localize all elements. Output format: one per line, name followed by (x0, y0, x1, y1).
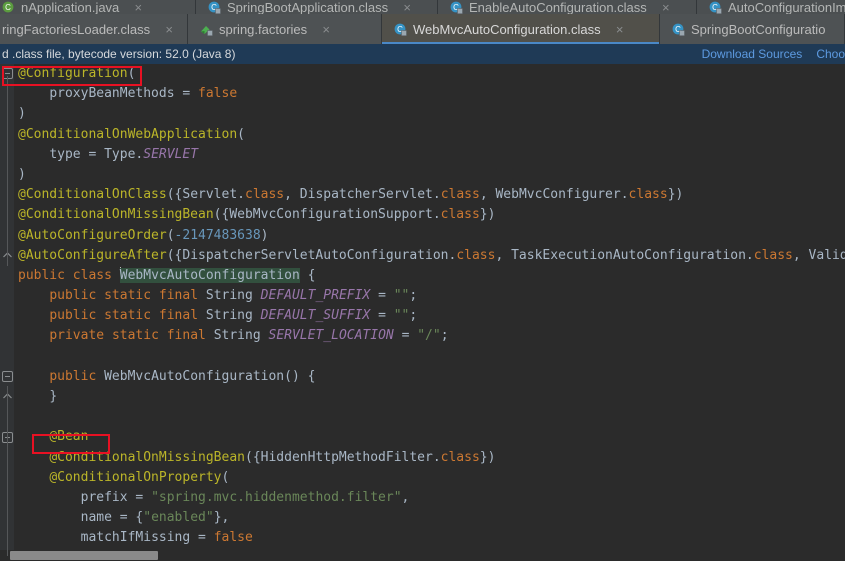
class-file-icon: C (672, 23, 685, 36)
code-line[interactable]: proxyBeanMethods = false (14, 84, 845, 104)
editor-tab-webmvcautoconfiguration-class[interactable]: C WebMvcAutoConfiguration.class × (382, 14, 660, 44)
tab-close-icon[interactable]: × (615, 23, 625, 36)
intellij-editor-window: CnApplication.java × C SpringBootApplicatio… (0, 0, 845, 561)
decompiled-class-notification-bar: d .class file, bytecode version: 52.0 (J… (0, 44, 845, 64)
code-line[interactable]: ) (14, 104, 845, 124)
fold-region-line (7, 76, 8, 266)
editor-tab-springbootapplication-class[interactable]: C SpringBootApplication.class × (196, 0, 438, 14)
fold-region-line (7, 386, 8, 556)
horizontal-scrollbar-thumb[interactable] (10, 551, 158, 560)
svg-text:C: C (5, 3, 11, 12)
code-line[interactable]: public static final String DEFAULT_SUFFI… (14, 306, 845, 326)
notification-message: d .class file, bytecode version: 52.0 (J… (2, 47, 236, 61)
editor-tab-springbootconfiguratio[interactable]: C SpringBootConfiguratio (660, 14, 845, 44)
code-line[interactable]: @ConditionalOnProperty( (14, 468, 845, 488)
code-line[interactable]: @ConditionalOnMissingBean({HiddenHttpMet… (14, 448, 845, 468)
tab-close-icon[interactable]: × (164, 23, 174, 36)
editor-tab-row-top: CnApplication.java × C SpringBootApplicatio… (0, 0, 845, 14)
code-line[interactable]: @ConditionalOnWebApplication( (14, 125, 845, 145)
code-line[interactable]: @Configuration( (14, 64, 845, 84)
code-line[interactable]: @AutoConfigureOrder(-2147483638) (14, 226, 845, 246)
code-line[interactable]: @ConditionalOnMissingBean({WebMvcConfigu… (14, 205, 845, 225)
editor-tab-label: SpringBootApplication.class (227, 0, 389, 14)
fold-marker-constructor[interactable] (2, 371, 13, 382)
code-line[interactable]: prefix = "spring.mvc.hiddenmethod.filter… (14, 488, 845, 508)
editor-tab-label: AutoConfigurationImportSelec (728, 0, 845, 14)
class-file-icon: C (709, 1, 722, 14)
code-line[interactable]: type = Type.SERVLET (14, 145, 845, 165)
editor-tab-label: SpringBootConfiguratio (691, 21, 826, 37)
editor-tab-label: EnableAutoConfiguration.class (469, 0, 647, 14)
editor-tab-label: WebMvcAutoConfiguration.class (413, 21, 601, 37)
editor-tab-autoconfigurationimportselec[interactable]: C AutoConfigurationImportSelec (697, 0, 845, 14)
download-sources-link[interactable]: Download Sources (702, 47, 803, 61)
selected-class-name[interactable]: WebMvcAutoConfiguration (119, 267, 300, 283)
java-file-icon: C (2, 1, 15, 14)
editor-tab-spring-factories[interactable]: spring.factories × (188, 14, 382, 44)
code-line[interactable]: public class WebMvcAutoConfiguration { (14, 266, 845, 286)
code-content[interactable]: @Configuration( proxyBeanMethods = false… (14, 64, 845, 561)
tab-close-icon[interactable]: × (661, 1, 671, 14)
class-file-icon: C (450, 1, 463, 14)
tab-close-icon[interactable]: × (133, 1, 143, 14)
properties-file-icon (200, 23, 213, 36)
horizontal-scrollbar[interactable] (0, 550, 845, 561)
code-line[interactable] (14, 347, 845, 367)
code-line[interactable] (14, 407, 845, 427)
class-file-icon: C (394, 23, 407, 36)
code-line[interactable]: public static final String DEFAULT_PREFI… (14, 286, 845, 306)
code-line[interactable]: } (14, 387, 845, 407)
tab-close-icon[interactable]: × (402, 1, 412, 14)
editor-tab-napplication-java[interactable]: CnApplication.java × (0, 0, 196, 14)
tab-close-icon[interactable]: × (321, 23, 331, 36)
choose-sources-link[interactable]: Choo (816, 47, 845, 61)
code-line[interactable]: ) (14, 165, 845, 185)
code-line[interactable]: @AutoConfigureAfter({DispatcherServletAu… (14, 246, 845, 266)
editor-tab-label: ringFactoriesLoader.class (2, 21, 151, 37)
editor-tab-ringfactoriesloader-class[interactable]: ringFactoriesLoader.class × (0, 14, 188, 44)
code-line[interactable]: public WebMvcAutoConfiguration() { (14, 367, 845, 387)
notification-actions: Download Sources Choo (702, 47, 845, 61)
editor-tab-row-main: ringFactoriesLoader.class × spring.factori… (0, 14, 845, 44)
editor-tab-label: nApplication.java (21, 0, 120, 14)
editor-tab-label: spring.factories (219, 21, 308, 37)
code-line[interactable]: name = {"enabled"}, (14, 508, 845, 528)
code-line[interactable]: matchIfMissing = false (14, 528, 845, 548)
code-line[interactable]: @ConditionalOnClass({Servlet.class, Disp… (14, 185, 845, 205)
editor-tab-enableautoconfiguration-class[interactable]: C EnableAutoConfiguration.class × (438, 0, 697, 14)
class-file-icon: C (208, 1, 221, 14)
code-line[interactable]: private static final String SERVLET_LOCA… (14, 326, 845, 346)
code-editor[interactable]: @Configuration( proxyBeanMethods = false… (0, 64, 845, 561)
code-line[interactable]: @Bean (14, 427, 845, 447)
